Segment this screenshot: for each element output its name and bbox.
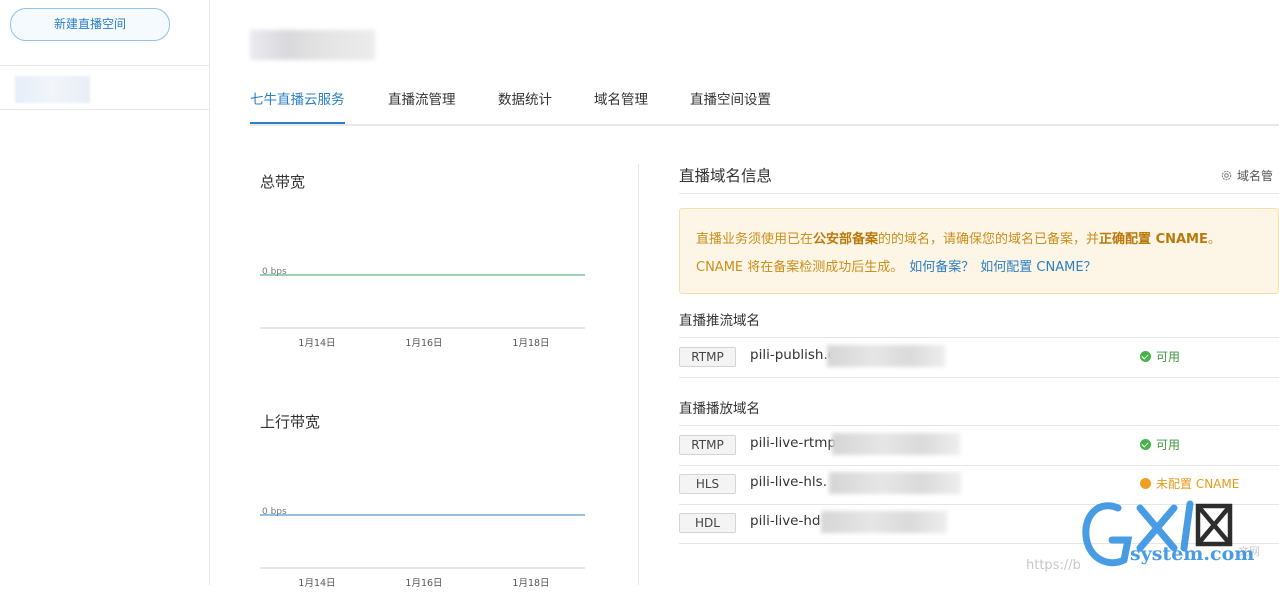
chart-title-total-bandwidth: 总带宽	[260, 173, 306, 191]
sidebar-divider	[0, 109, 209, 110]
watermark-url: https://b	[1026, 558, 1081, 573]
check-circle-icon	[1140, 351, 1151, 362]
space-title-redacted	[250, 30, 375, 60]
svg-text:system.com: system.com	[1130, 543, 1254, 565]
gear-icon	[1221, 170, 1232, 181]
x-tick-label: 1月14日	[298, 578, 335, 589]
domain-name: pili-live-hd	[750, 513, 821, 529]
domain-info-title: 直播域名信息	[679, 167, 773, 185]
status-badge: 未配置 CNAME	[1140, 475, 1239, 492]
filing-notice: 直播业务须使用已在公安部备案的的域名，请确保您的域名已备案，并正确配置 CNAM…	[679, 208, 1279, 294]
playback-domain-label: 直播播放域名	[679, 401, 760, 417]
tab-domain-management[interactable]: 域名管理	[594, 88, 648, 122]
x-tick-label: 1月18日	[512, 338, 549, 349]
notice-text-end: 。	[1207, 232, 1221, 247]
domain-redacted	[832, 433, 960, 455]
domain-redacted	[821, 511, 947, 533]
publish-domain-label: 直播推流域名	[679, 313, 760, 329]
tab-space-settings[interactable]: 直播空间设置	[690, 88, 771, 122]
total-bandwidth-chart-svg: 0 bps1月14日 1月16日 1月18日	[260, 267, 585, 349]
status-badge: 可用	[1140, 348, 1180, 365]
new-live-space-button[interactable]: 新建直播空间	[10, 8, 170, 41]
chart-title-upstream-bandwidth: 上行带宽	[260, 413, 321, 431]
tab-data-statistics[interactable]: 数据统计	[498, 88, 552, 122]
how-to-config-cname-link[interactable]: 如何配置 CNAME？	[980, 260, 1096, 275]
sidebar-item-space-redacted[interactable]	[15, 76, 90, 103]
status-text: 可用	[1156, 438, 1181, 452]
notice-line-1: 直播业务须使用已在公安部备案的的域名，请确保您的域名已备案，并正确配置 CNAM…	[696, 228, 1221, 247]
publish-domain-row-rtmp: RTMP pili-publish.c 可用	[679, 337, 1279, 378]
domain-manage-label: 域名管	[1237, 169, 1274, 183]
x-tick-label: 1月16日	[405, 338, 442, 349]
protocol-badge: HLS	[679, 474, 736, 494]
tab-bar: 七牛直播云服务 直播流管理 数据统计 域名管理 直播空间设置	[250, 78, 1279, 126]
domain-redacted	[829, 472, 961, 494]
gxi-logo-watermark: system.com	[1082, 500, 1254, 567]
x-tick-label: 1月18日	[512, 578, 549, 589]
sidebar: 新建直播空间	[0, 0, 210, 585]
tab-qiniu-live-service[interactable]: 七牛直播云服务	[250, 88, 345, 124]
status-badge: 可用	[1140, 436, 1180, 453]
column-divider	[638, 164, 639, 585]
sidebar-header: 新建直播空间	[0, 0, 209, 66]
protocol-badge: RTMP	[679, 435, 736, 455]
domain-manage-link[interactable]: 域名管	[1220, 167, 1273, 184]
notice-text-pre: 直播业务须使用已在	[696, 232, 814, 247]
notice-bold-cname: 正确配置 CNAME	[1099, 232, 1208, 247]
domain-name: pili-live-hls.	[750, 474, 827, 490]
check-circle-icon	[1140, 439, 1151, 450]
protocol-badge: HDL	[679, 513, 736, 533]
status-text: 可用	[1156, 350, 1181, 364]
notice-bold-psb-filing: 公安部备案	[813, 232, 879, 247]
domain-name: pili-live-rtmp	[750, 435, 836, 451]
upstream-bandwidth-chart-svg: 0 bps1月14日 1月16日 1月18日	[260, 507, 585, 589]
protocol-badge: RTMP	[679, 347, 736, 367]
x-tick-label: 1月16日	[405, 578, 442, 589]
notice-line-2: CNAME 将在备案检测成功后生成。 如何备案？ 如何配置 CNAME？	[696, 256, 1097, 275]
notice-text-mid: 的的域名，请确保您的域名已备案，并	[878, 232, 1100, 247]
how-to-file-link[interactable]: 如何备案？	[909, 260, 974, 275]
playback-domain-row-rtmp: RTMP pili-live-rtmp 可用	[679, 425, 1279, 466]
domain-name: pili-publish.c	[750, 347, 836, 363]
notice-cname-text: CNAME 将在备案检测成功后生成。	[696, 260, 904, 275]
domain-redacted	[827, 345, 945, 367]
domain-info-divider	[679, 193, 1279, 194]
x-tick-label: 1月14日	[298, 338, 335, 349]
tab-stream-management[interactable]: 直播流管理	[388, 88, 456, 122]
status-text: 未配置 CNAME	[1156, 477, 1240, 491]
warning-icon	[1140, 478, 1151, 489]
